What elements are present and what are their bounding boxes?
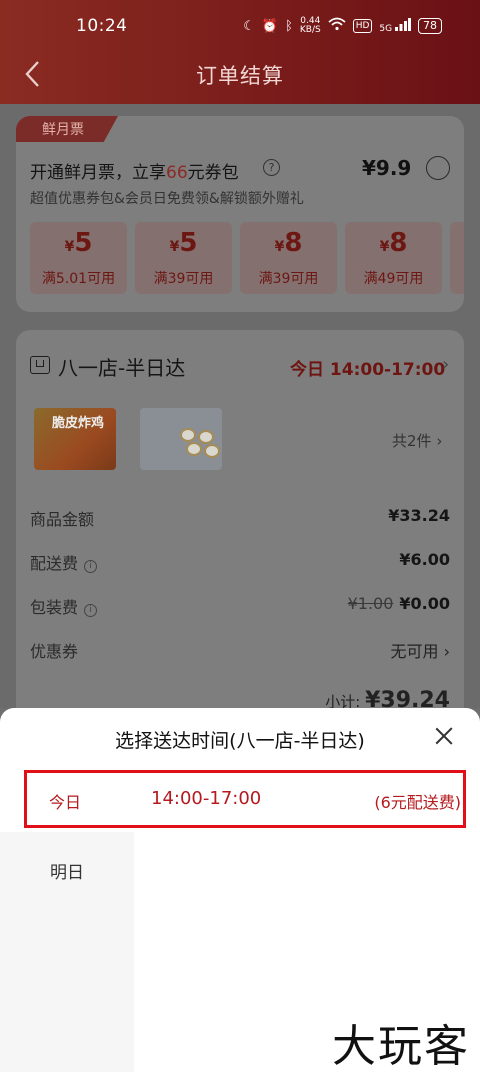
membership-subtitle: 超值优惠券包&会员日免费领&解锁额外赠礼 [30,191,304,207]
membership-title-highlight: 66 [166,163,188,183]
membership-price: ¥9.9 [362,156,412,180]
signal-label: 5G [379,24,393,34]
row-label: 配送费 i [30,550,98,574]
coupon-currency: ¥ [379,239,390,255]
row-value: ¥6.00 [399,550,450,569]
wifi-icon [328,17,346,35]
row-label: 优惠券 [30,642,79,661]
membership-tag: 鲜月票 [16,116,118,142]
coupon-item[interactable]: ¥5 满5.01可用 [30,222,127,294]
product-dumpling [198,430,214,444]
day-tab-tomorrow[interactable]: 明日 [0,858,134,883]
time-slot[interactable]: 14:00-17:00 [151,788,261,809]
store-name: 八一店-半日达 [58,356,186,380]
item-count[interactable]: 共2件 › [392,430,442,451]
status-time: 10:24 [76,16,128,36]
coupon-condition: 满39可用 [153,271,214,287]
chevron-right-icon[interactable]: › [442,354,449,375]
coupon-row[interactable]: 优惠券 无可用 › [30,638,450,662]
item-count-label: 共2件 [392,432,432,450]
product-thumbnail[interactable]: 脆皮炸鸡 [34,408,116,470]
help-icon[interactable]: ? [263,159,280,176]
network-speed-unit: KB/S [299,25,321,35]
coupon-item[interactable]: ¥8 满49可用 [345,222,442,294]
product-dumpling [186,442,202,456]
membership-title-suffix: 元券包 [187,163,239,183]
coupon-amount-value: 5 [74,228,93,258]
goods-amount-row: 商品金额 ¥33.24 [30,506,450,530]
row-value: 无可用 › [390,638,450,662]
delivery-time[interactable]: 今日 14:00-17:00 [290,355,445,380]
coupon-amount-value: 8 [389,228,408,258]
membership-card[interactable]: 鲜月票 开通鲜月票，立享66元券包 ? ¥9.9 超值优惠券包&会员日免费领&解… [16,116,464,312]
delivery-fee-row: 配送费 i ¥6.00 [30,550,450,574]
packaging-fee-row: 包装费 i ¥1.00 ¥0.00 [30,594,450,618]
chevron-right-icon: › [443,642,450,661]
coupon-amount-value: 5 [179,228,198,258]
row-value: ¥1.00 ¥0.00 [348,594,450,613]
status-bar: 10:24 ☾ ⏰ ᛒ 0.44 KB/S HD 5G 78 [0,0,480,56]
close-icon[interactable] [432,724,456,748]
coupon-currency: ¥ [64,239,75,255]
battery-icon: 78 [418,18,442,34]
row-label-text: 包装费 [30,598,79,617]
store-icon [30,356,50,374]
coupon-amount: ¥5 [30,228,127,258]
original-price: ¥1.00 [347,594,394,613]
signal-icon: 5G [379,18,411,34]
product-thumbnail[interactable] [140,408,222,470]
chevron-right-icon: › [436,432,443,450]
coupon-status: 无可用 [390,642,439,661]
time-slot-today[interactable]: 今日 14:00-17:00 (6元配送费) [24,770,466,828]
coupon-condition: 满39可用 [258,271,319,287]
page-content: 鲜月票 开通鲜月票，立享66元券包 ? ¥9.9 超值优惠券包&会员日免费领&解… [0,104,480,730]
product-dumpling [204,444,220,458]
bluetooth-icon: ᛒ [285,18,293,34]
row-label: 商品金额 [30,510,95,529]
coupon-condition: 满49可用 [363,271,424,287]
coupon-item[interactable]: ¥5 满39可用 [135,222,232,294]
info-icon[interactable]: i [84,604,98,617]
coupon-item[interactable]: ¥8 满39可用 [240,222,337,294]
network-speed: 0.44 KB/S [300,17,321,35]
alarm-icon: ⏰ [261,18,279,34]
store-order-card: 八一店-半日达 今日 14:00-17:00 › 脆皮炸鸡 共2件 › 商品金额… [16,330,464,730]
product-dumpling [180,428,196,442]
day-tab-column: 明日 [0,832,134,1072]
membership-select-radio[interactable] [426,156,450,180]
membership-title-prefix: 开通鲜月票，立享 [30,163,166,183]
coupon-list: ¥5 满5.01可用 ¥5 满39可用 ¥8 满39可用 ¥8 满49可用 [30,222,464,294]
coupon-currency: ¥ [169,239,180,255]
page-title: 订单结算 [196,64,284,88]
status-icons: ☾ ⏰ ᛒ 0.44 KB/S HD 5G 78 [243,17,442,35]
app-header: 订单结算 [0,52,480,98]
coupon-amount: ¥8 [240,228,337,258]
moon-icon: ☾ [243,18,255,34]
coupon-condition: 满5.01可用 [41,271,116,287]
info-icon[interactable]: i [84,560,98,573]
sheet-title: 选择送达时间(八一店-半日达) [115,730,365,752]
top-bar: 10:24 ☾ ⏰ ᛒ 0.44 KB/S HD 5G 78 订单结算 [0,0,480,104]
product-label: 脆皮炸鸡 [52,416,105,431]
delivery-time-sheet: 选择送达时间(八一店-半日达) 今日 14:00-17:00 (6元配送费) 明… [0,708,480,1072]
coupon-amount: ¥5 [135,228,232,258]
coupon-amount-value: 8 [284,228,303,258]
row-label: 包装费 i [30,594,98,618]
coupon-currency: ¥ [274,239,285,255]
current-price: ¥0.00 [399,594,450,613]
coupon-amount: ¥8 [345,228,442,258]
delivery-fee-note: (6元配送费) [374,793,461,812]
row-value: ¥33.24 [388,506,450,525]
row-label-text: 配送费 [30,554,79,573]
membership-title: 开通鲜月票，立享66元券包 [30,158,239,183]
day-tab-today[interactable]: 今日 [49,789,81,813]
hd-badge: HD [352,19,373,33]
watermark: 大玩客 [332,1021,470,1072]
coupon-item-partial[interactable] [450,222,464,294]
